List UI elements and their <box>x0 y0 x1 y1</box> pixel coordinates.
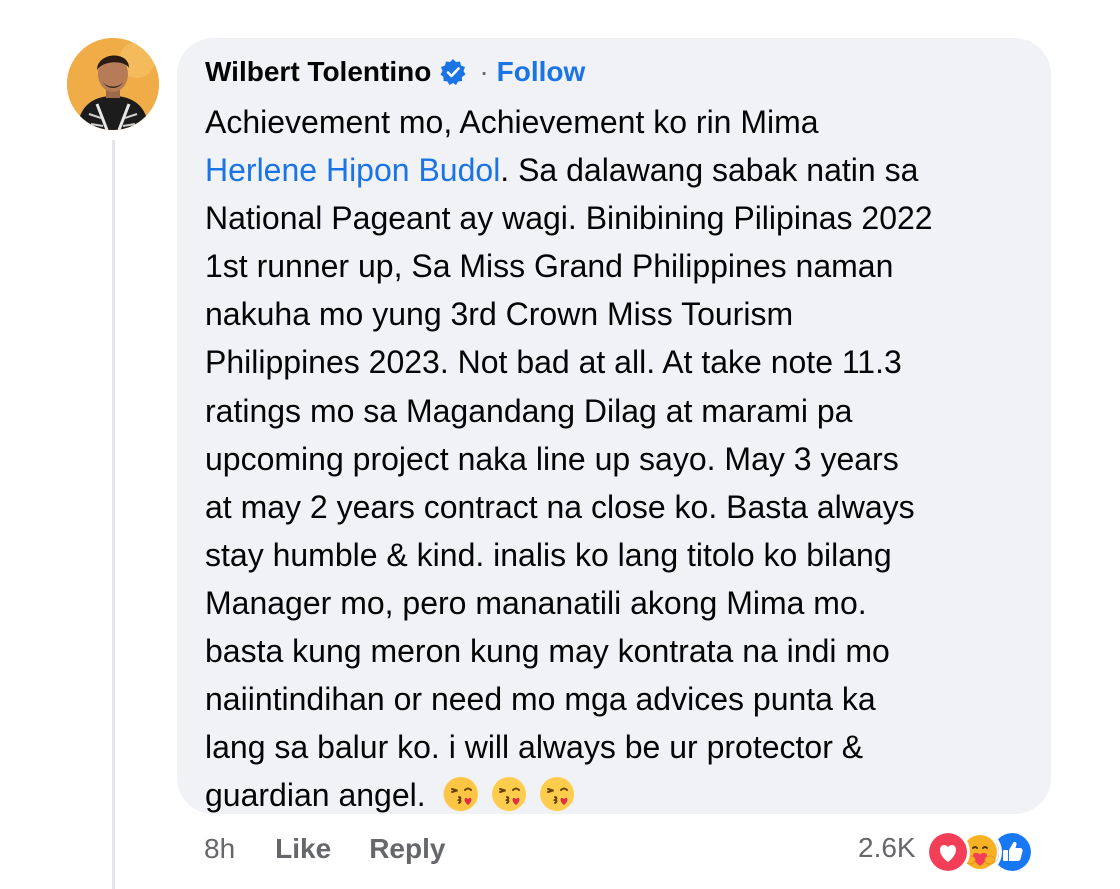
comment-line: Philippines 2023. Not bad at all. At tak… <box>205 344 902 381</box>
reactions-summary[interactable]: 2.6K <box>858 826 1034 874</box>
comment-line: guardian angel. <box>205 771 1023 819</box>
comment-header: Wilbert Tolentino · Follow <box>205 54 1023 90</box>
comment-line: naiintindihan or need mo mga advices pun… <box>205 681 876 718</box>
face-blowing-kiss-icon <box>539 777 574 812</box>
comment-line-text: guardian angel. <box>205 777 426 814</box>
thread-line <box>112 140 115 889</box>
comment-line: at may 2 years contract na close ko. Bas… <box>205 488 915 525</box>
comment-line: Achievement mo, Achievement ko rin Mima <box>205 104 819 140</box>
comment-line: upcoming project naka line up sayo. May … <box>205 440 899 477</box>
comment-line: Herlene Hipon Budol. Sa dalawang sabak n… <box>205 146 1023 194</box>
comment-line: 1st runner up, Sa Miss Grand Philippines… <box>205 248 894 285</box>
like-button[interactable]: Like <box>275 833 331 865</box>
comment-footer: 8h Like Reply <box>204 828 445 870</box>
separator-dot: · <box>479 56 489 87</box>
face-blowing-kiss-icon <box>491 777 526 812</box>
comment-line-rest: . Sa dalawang sabak natin sa <box>500 152 919 189</box>
comment-line: nakuha mo yung 3rd Crown Miss Tourism <box>205 296 794 333</box>
comment-line: stay humble & kind. inalis ko lang titol… <box>205 536 892 573</box>
comment-line: basta kung meron kung may kontrata na in… <box>205 633 890 670</box>
comment-line: lang sa balur ko. i will always be ur pr… <box>205 729 864 766</box>
comment-bubble: Wilbert Tolentino · Follow Achievement m… <box>177 38 1051 814</box>
reply-button[interactable]: Reply <box>369 833 445 865</box>
comment-line: ratings mo sa Magandang Dilag at marami … <box>205 392 853 429</box>
avatar[interactable] <box>67 38 159 130</box>
reaction-icons <box>925 826 1034 874</box>
verified-badge-icon <box>440 59 466 85</box>
reaction-count[interactable]: 2.6K <box>858 832 916 864</box>
love-reaction-icon <box>925 830 970 874</box>
mention-link[interactable]: Herlene Hipon Budol <box>205 152 500 188</box>
comment-line: Manager mo, pero mananatili akong Mima m… <box>205 584 867 621</box>
comment-text: Achievement mo, Achievement ko rin Mima … <box>205 98 1023 819</box>
comment-line: National Pageant ay wagi. Binibining Pil… <box>205 200 933 237</box>
timestamp[interactable]: 8h <box>204 833 235 865</box>
author-name[interactable]: Wilbert Tolentino <box>205 56 431 88</box>
face-blowing-kiss-icon <box>442 777 478 812</box>
follow-button[interactable]: Follow <box>497 56 586 88</box>
